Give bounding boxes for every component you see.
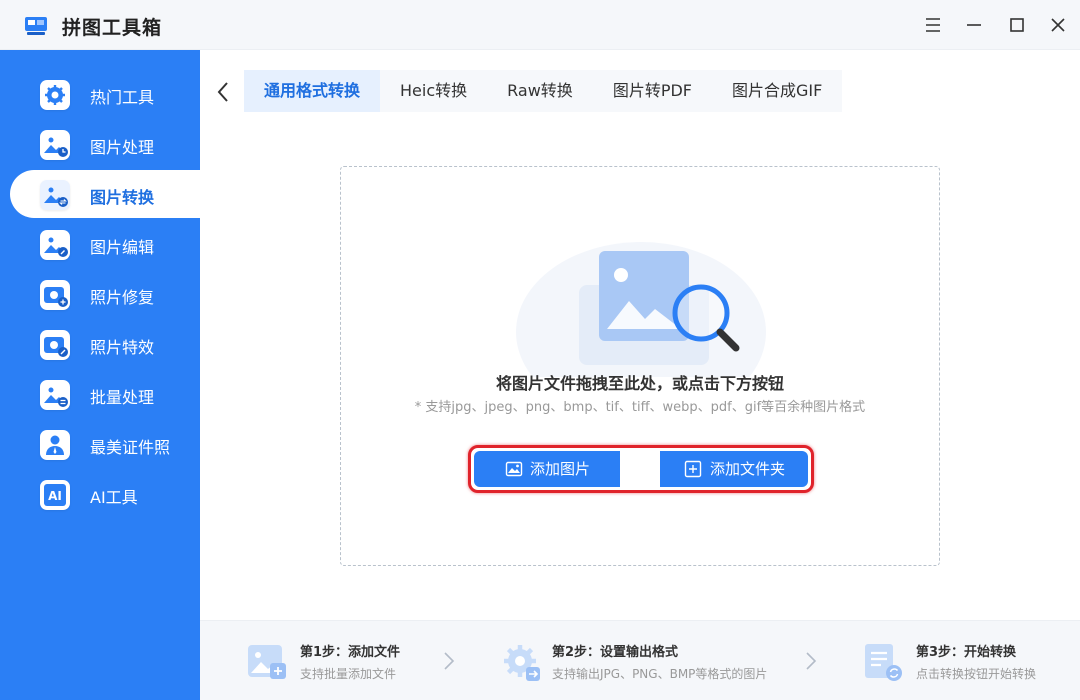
- batch-process-icon: [40, 380, 70, 410]
- sidebar-item-label: 照片特效: [90, 338, 155, 357]
- add-image-label: 添加图片: [530, 460, 591, 478]
- add-buttons-highlight: 添加图片 添加文件夹: [468, 445, 814, 493]
- add-folder-label: 添加文件夹: [710, 460, 786, 478]
- sidebar-item-photo-repair[interactable]: 照片修复: [10, 270, 200, 318]
- image-edit-icon: [40, 230, 70, 260]
- sidebar-item-label: 照片修复: [90, 288, 155, 307]
- sidebar: 热门工具 图片处理 图片转换 图片编辑 照片修复 照片特效 批量处理 最美证件照…: [0, 50, 200, 700]
- format-tabs: 通用格式转换 Heic转换 Raw转换 图片转PDF 图片合成GIF: [244, 70, 843, 112]
- step-3-title: 第3步：开始转换: [916, 645, 1017, 660]
- sidebar-item-label: AI工具: [90, 488, 138, 507]
- add-image-button[interactable]: 添加图片: [474, 451, 620, 487]
- step-2-desc: 支持输出JPG、PNG、BMP等格式的图片: [552, 667, 768, 681]
- sidebar-item-label: 最美证件照: [90, 438, 171, 457]
- main-panel: 通用格式转换 Heic转换 Raw转换 图片转PDF 图片合成GIF 将图片文件…: [200, 50, 1080, 620]
- tab-image-to-pdf[interactable]: 图片转PDF: [593, 70, 712, 112]
- sidebar-item-image-convert[interactable]: 图片转换: [10, 170, 200, 218]
- add-file-step-icon: [248, 645, 286, 679]
- convert-step-icon: [865, 644, 902, 681]
- sidebar-item-label: 图片处理: [90, 138, 155, 157]
- step-1-title: 第1步：添加文件: [300, 645, 401, 660]
- maximize-icon: [1010, 18, 1024, 32]
- back-arrow-icon[interactable]: [214, 80, 232, 104]
- tab-heic-convert[interactable]: Heic转换: [380, 70, 487, 112]
- maximize-button[interactable]: [1005, 13, 1029, 37]
- photo-effects-icon: [40, 330, 70, 360]
- app-logo-icon: [25, 17, 47, 35]
- sidebar-item-image-edit[interactable]: 图片编辑: [10, 220, 200, 268]
- close-icon: [1051, 18, 1065, 32]
- app-title: 拼图工具箱: [62, 17, 163, 39]
- sidebar-item-batch-process[interactable]: 批量处理: [10, 370, 200, 418]
- chevron-right-icon: [806, 652, 817, 670]
- settings-step-icon: [504, 645, 540, 681]
- step-2-title: 第2步：设置输出格式: [552, 645, 679, 660]
- id-photo-icon: [40, 430, 70, 460]
- add-folder-button[interactable]: 添加文件夹: [660, 451, 808, 487]
- hamburger-menu-icon: [926, 18, 940, 32]
- hot-tools-gear-icon: [40, 80, 70, 110]
- sidebar-item-label: 热门工具: [90, 88, 155, 107]
- ai-tools-icon: AI: [40, 480, 70, 510]
- add-folder-icon: [684, 460, 702, 478]
- image-search-illustration-icon: [516, 242, 766, 377]
- steps-bar: 第1步：添加文件 支持批量添加文件 第2步：设置输出格式 支持输出JPG、PNG…: [200, 620, 1080, 700]
- sidebar-item-label: 图片编辑: [90, 238, 155, 257]
- sidebar-item-photo-effects[interactable]: 照片特效: [10, 320, 200, 368]
- sidebar-item-id-photo[interactable]: 最美证件照: [10, 420, 200, 468]
- tab-general-convert[interactable]: 通用格式转换: [244, 70, 381, 112]
- close-button[interactable]: [1046, 13, 1070, 37]
- sidebar-item-ai-tools[interactable]: AI AI工具: [10, 470, 200, 518]
- svg-text:AI: AI: [48, 489, 62, 503]
- step-3-desc: 点击转换按钮开始转换: [916, 667, 1037, 681]
- image-icon: [505, 461, 523, 477]
- chevron-right-icon: [444, 652, 455, 670]
- photo-repair-icon: [40, 280, 70, 310]
- drop-zone[interactable]: 将图片文件拖拽至此处，或点击下方按钮 * 支持jpg、jpeg、png、bmp、…: [340, 166, 940, 566]
- sidebar-item-label: 图片转换: [90, 188, 155, 207]
- drop-zone-title: 将图片文件拖拽至此处，或点击下方按钮: [495, 374, 784, 393]
- menu-button[interactable]: [921, 13, 945, 37]
- minimize-button[interactable]: [962, 13, 986, 37]
- step-1-desc: 支持批量添加文件: [300, 667, 397, 681]
- minimize-icon: [967, 24, 981, 26]
- tab-image-to-gif[interactable]: 图片合成GIF: [712, 70, 842, 112]
- title-bar: 拼图工具箱: [0, 0, 1080, 50]
- sidebar-item-image-process[interactable]: 图片处理: [10, 120, 200, 168]
- tab-raw-convert[interactable]: Raw转换: [487, 70, 593, 112]
- image-process-icon: [40, 130, 70, 160]
- sidebar-item-hot-tools[interactable]: 热门工具: [10, 70, 200, 118]
- drop-zone-hint: * 支持jpg、jpeg、png、bmp、tif、tiff、webp、pdf、g…: [414, 400, 866, 415]
- image-convert-icon: [40, 180, 70, 210]
- sidebar-item-label: 批量处理: [90, 388, 155, 407]
